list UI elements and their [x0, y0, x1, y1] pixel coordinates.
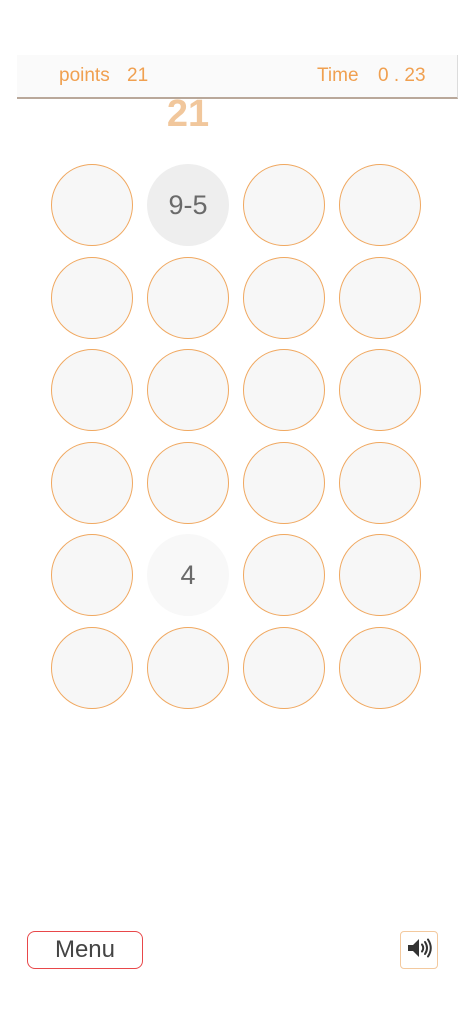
grid-cell[interactable] [51, 164, 133, 246]
grid-cell[interactable] [243, 349, 325, 431]
grid-cell[interactable] [51, 256, 133, 339]
grid-cell[interactable] [243, 534, 325, 616]
grid-cell[interactable] [339, 441, 421, 524]
big-score: 21 [166, 93, 210, 135]
grid-cell[interactable] [147, 256, 229, 339]
grid-cell[interactable] [243, 164, 325, 246]
grid-cell[interactable] [51, 626, 133, 709]
sound-button[interactable] [400, 931, 438, 969]
grid-cell[interactable] [339, 626, 421, 709]
game-grid: 9-5 4 [51, 164, 423, 709]
grid-cell[interactable] [51, 349, 133, 431]
grid-cell[interactable] [339, 256, 421, 339]
grid-cell[interactable] [147, 441, 229, 524]
time-label: Time [317, 65, 359, 86]
speaker-volume-icon [406, 937, 432, 964]
points-value: 21 [127, 65, 149, 86]
grid-cell[interactable] [243, 256, 325, 339]
points-label: points [59, 65, 110, 86]
grid-cell[interactable] [339, 349, 421, 431]
grid-cell[interactable]: 9-5 [147, 164, 229, 246]
grid-cell[interactable] [339, 164, 421, 246]
menu-button[interactable]: Menu [27, 931, 143, 969]
grid-cell[interactable] [147, 626, 229, 709]
grid-cell[interactable]: 4 [147, 534, 229, 616]
grid-cell[interactable] [51, 534, 133, 616]
grid-cell[interactable] [339, 534, 421, 616]
time-value: 0 . 23 [378, 65, 426, 86]
grid-cell[interactable] [147, 349, 229, 431]
grid-cell[interactable] [243, 626, 325, 709]
grid-cell[interactable] [51, 441, 133, 524]
grid-cell[interactable] [243, 441, 325, 524]
